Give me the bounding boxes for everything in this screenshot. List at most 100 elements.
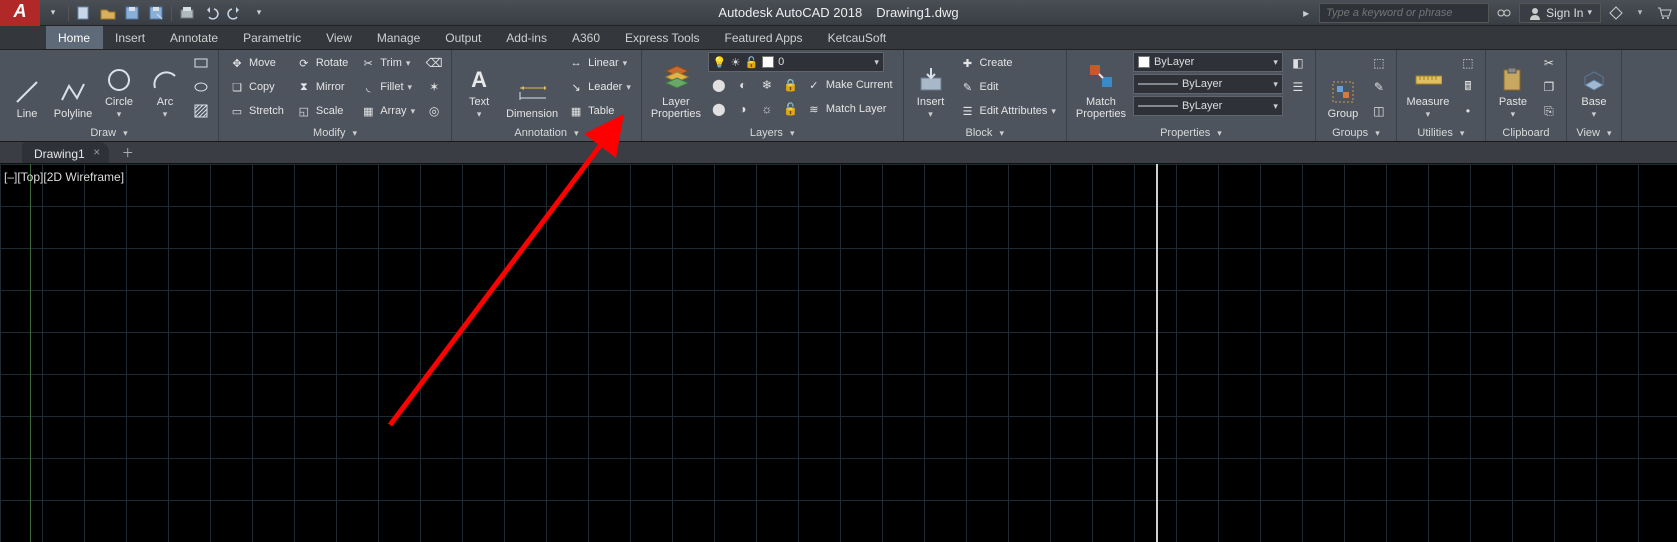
arc-button[interactable]: Arc▾ (144, 52, 186, 120)
undo-icon[interactable] (202, 4, 220, 22)
offset-icon[interactable]: ◎ (423, 100, 445, 122)
exchange-icon[interactable] (1607, 4, 1625, 22)
tab-view[interactable]: View (314, 26, 365, 49)
select-all-icon[interactable]: ⬚ (1457, 52, 1479, 74)
explode-icon[interactable]: ✶ (423, 76, 445, 98)
layer-isolate-icon[interactable]: ◐ (732, 74, 754, 96)
layer-freeze-icon[interactable]: ❄ (756, 74, 778, 96)
panel-layers-title[interactable]: Layers ▾ (648, 125, 897, 141)
tab-featured-apps[interactable]: Featured Apps (713, 26, 816, 49)
copy-clip-icon[interactable]: ❐ (1538, 76, 1560, 98)
panel-draw-title[interactable]: Draw ▾ (6, 125, 212, 141)
make-current-button[interactable]: ✓Make Current (804, 74, 897, 96)
plot-icon[interactable] (178, 4, 196, 22)
polyline-button[interactable]: Polyline (52, 52, 94, 120)
qat-more-icon[interactable]: ▾ (250, 4, 268, 22)
mirror-button[interactable]: ⧗Mirror (292, 76, 352, 98)
linetype-combobox[interactable]: ByLayer ▾ (1133, 96, 1283, 116)
tab-home[interactable]: Home (46, 26, 103, 49)
drawing-area[interactable]: [–][Top][2D Wireframe] (0, 164, 1677, 542)
help-dropdown-icon[interactable]: ▸ (1299, 6, 1313, 20)
base-button[interactable]: Base▾ (1573, 52, 1615, 120)
layer-unisolate-icon[interactable]: ◑ (732, 98, 754, 120)
color-combobox[interactable]: ByLayer ▾ (1133, 52, 1283, 72)
measure-button[interactable]: Measure▾ (1403, 52, 1453, 120)
redo-icon[interactable] (226, 4, 244, 22)
point-icon[interactable]: • (1457, 100, 1479, 122)
tab-a360[interactable]: A360 (560, 26, 613, 49)
cart-icon[interactable] (1655, 4, 1673, 22)
match-properties-button[interactable]: Match Properties (1073, 52, 1129, 120)
group-button[interactable]: Group (1322, 52, 1364, 120)
layer-unlock-icon[interactable]: 🔓 (780, 98, 802, 120)
copy-base-icon[interactable]: ⎘ (1538, 100, 1560, 122)
exchange-dropdown[interactable]: ▾ (1631, 4, 1649, 22)
cut-icon[interactable]: ✂ (1538, 52, 1560, 74)
document-tab[interactable]: Drawing1 × (22, 142, 109, 163)
match-layer-button[interactable]: ≋Match Layer (804, 98, 891, 120)
saveas-icon[interactable] (147, 4, 165, 22)
tab-addins[interactable]: Add-ins (494, 26, 560, 49)
panel-modify-title[interactable]: Modify ▾ (225, 125, 445, 141)
group-select-icon[interactable]: ◫ (1368, 100, 1390, 122)
panel-block-title[interactable]: Block ▾ (910, 125, 1060, 141)
quick-calc-icon[interactable]: 🖩 (1457, 76, 1479, 98)
infocenter-icon[interactable] (1495, 4, 1513, 22)
erase-icon[interactable]: ⌫ (423, 52, 445, 74)
save-icon[interactable] (123, 4, 141, 22)
dimension-button[interactable]: Dimension (504, 52, 560, 120)
layer-on-icon[interactable]: ⬤ (708, 98, 730, 120)
tab-express-tools[interactable]: Express Tools (613, 26, 712, 49)
insert-button[interactable]: Insert▾ (910, 52, 952, 120)
rectangle-icon[interactable] (190, 52, 212, 74)
panel-utilities-title[interactable]: Utilities ▾ (1403, 125, 1479, 141)
app-logo[interactable]: A (0, 0, 40, 26)
ungroup-icon[interactable]: ⬚ (1368, 52, 1390, 74)
layer-lock-button-icon[interactable]: 🔒 (780, 74, 802, 96)
layer-off-icon[interactable]: ⬤ (708, 74, 730, 96)
panel-properties-title[interactable]: Properties ▾ (1073, 125, 1309, 141)
move-button[interactable]: ✥Move (225, 52, 288, 74)
list-icon[interactable]: ☰ (1287, 76, 1309, 98)
panel-groups-title[interactable]: Groups ▾ (1322, 125, 1390, 141)
group-edit-icon[interactable]: ✎ (1368, 76, 1390, 98)
open-icon[interactable] (99, 4, 117, 22)
fillet-button[interactable]: ◟Fillet ▾ (356, 76, 419, 98)
tab-parametric[interactable]: Parametric (231, 26, 314, 49)
signin-button[interactable]: Sign In ▾ (1519, 3, 1601, 23)
create-button[interactable]: ✚Create (956, 52, 1060, 74)
paste-button[interactable]: Paste▾ (1492, 52, 1534, 120)
hatch-icon[interactable] (190, 100, 212, 122)
edit-button[interactable]: ✎Edit (956, 76, 1060, 98)
layer-combobox[interactable]: 💡 ☀ 🔓 0 ▾ (708, 52, 884, 72)
panel-view-title[interactable]: View ▾ (1573, 125, 1615, 141)
close-icon[interactable]: × (91, 146, 103, 158)
table-button[interactable]: ▦Table (564, 100, 635, 122)
circle-button[interactable]: Circle▾ (98, 52, 140, 120)
leader-button[interactable]: ↘Leader ▾ (564, 76, 635, 98)
transparency-icon[interactable]: ◧ (1287, 52, 1309, 74)
tab-output[interactable]: Output (433, 26, 494, 49)
panel-clipboard-title[interactable]: Clipboard (1492, 125, 1560, 141)
line-button[interactable]: Line (6, 52, 48, 120)
viewport-label[interactable]: [–][Top][2D Wireframe] (4, 170, 124, 184)
tab-annotate[interactable]: Annotate (158, 26, 231, 49)
search-input[interactable] (1319, 3, 1489, 23)
tab-ketcausoft[interactable]: KetcauSoft (816, 26, 900, 49)
array-button[interactable]: ▦Array ▾ (356, 100, 419, 122)
new-tab-button[interactable]: ＋ (115, 143, 141, 162)
trim-button[interactable]: ✂Trim ▾ (356, 52, 419, 74)
tab-manage[interactable]: Manage (365, 26, 433, 49)
text-button[interactable]: A Text▾ (458, 52, 500, 120)
qat-dropdown-icon[interactable]: ▾ (44, 4, 62, 22)
lineweight-combobox[interactable]: ByLayer ▾ (1133, 74, 1283, 94)
rotate-button[interactable]: ⟳Rotate (292, 52, 352, 74)
copy-button[interactable]: ❏Copy (225, 76, 288, 98)
ellipse-icon[interactable] (190, 76, 212, 98)
layer-thaw-icon[interactable]: ☼ (756, 98, 778, 120)
scale-button[interactable]: ◱Scale (292, 100, 352, 122)
linear-button[interactable]: ↔Linear ▾ (564, 52, 635, 74)
layer-properties-button[interactable]: Layer Properties (648, 52, 704, 120)
new-icon[interactable] (75, 4, 93, 22)
stretch-button[interactable]: ▭Stretch (225, 100, 288, 122)
